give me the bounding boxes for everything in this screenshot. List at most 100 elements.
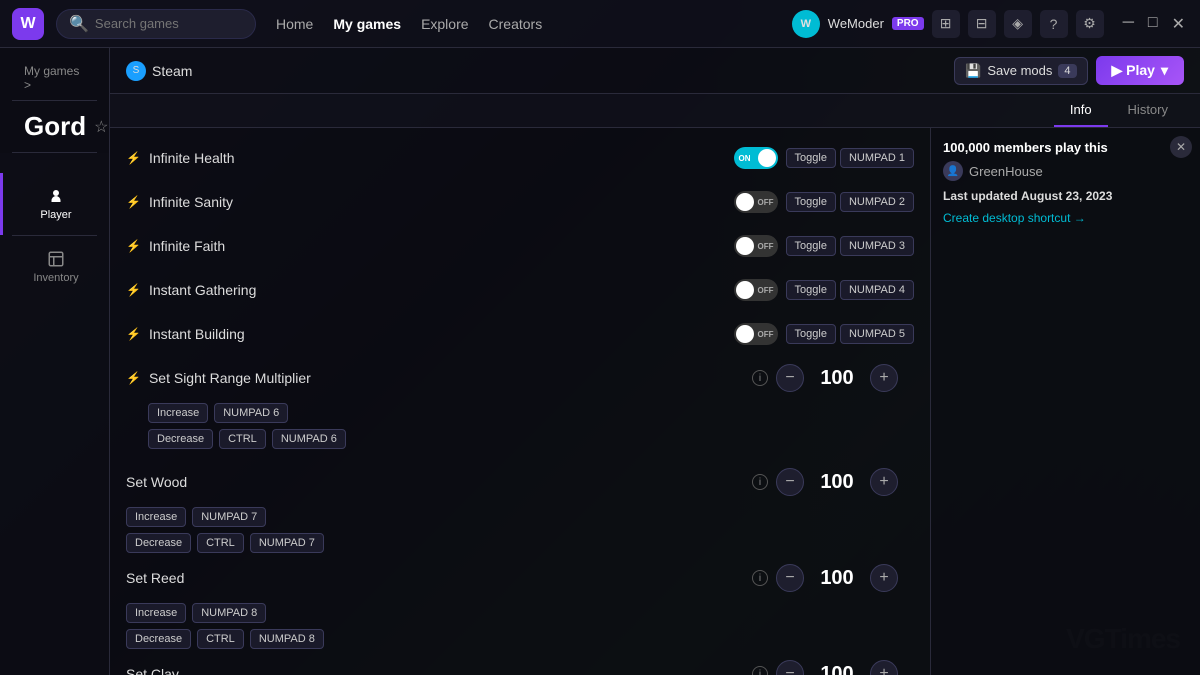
decrease-btn-wood[interactable]: − (776, 468, 804, 496)
decrease-label-sight[interactable]: Decrease (148, 429, 213, 449)
toggle-instant-gathering[interactable]: OFF (734, 279, 778, 301)
sidebar-item-player[interactable]: Player (0, 173, 109, 235)
keybinds-2: Toggle NUMPAD 3 (786, 236, 914, 256)
author-name: GreenHouse (969, 164, 1043, 179)
info-panel: ✕ 100,000 members play this 👤 GreenHouse… (930, 128, 1200, 675)
keybind-row-wood-increase: Increase NUMPAD 7 (110, 504, 930, 530)
maximize-button[interactable]: □ (1145, 14, 1161, 34)
mod-name-2: Infinite Faith (149, 238, 726, 254)
mod-row-instant-gathering: ⚡ Instant Gathering OFF Toggle NUMPAD 4 (110, 268, 930, 312)
kb-reed-ctrl[interactable]: CTRL (197, 629, 244, 649)
kb-reed-decrease[interactable]: NUMPAD 8 (250, 629, 324, 649)
settings-icon[interactable]: ⚙ (1076, 10, 1104, 38)
mods-panel: ⚡ Infinite Health ON Toggle NUMPAD 1 ⚡ (110, 128, 930, 675)
num-control-wood: − 100 + (776, 468, 898, 496)
kb-sight-decrease[interactable]: NUMPAD 6 (272, 429, 346, 449)
kb-sight-increase[interactable]: NUMPAD 6 (214, 403, 288, 423)
decrease-label-reed[interactable]: Decrease (126, 629, 191, 649)
info-close-button[interactable]: ✕ (1170, 136, 1192, 158)
mod-row-infinite-sanity: ⚡ Infinite Sanity OFF Toggle NUMPAD 2 (110, 180, 930, 224)
increase-label-wood[interactable]: Increase (126, 507, 186, 527)
decrease-btn-reed[interactable]: − (776, 564, 804, 592)
toggle-label-1[interactable]: Toggle (786, 192, 836, 212)
nav-creators[interactable]: Creators (489, 12, 543, 36)
increase-label-sight[interactable]: Increase (148, 403, 208, 423)
topbar: W 🔍 Home My games Explore Creators W WeM… (0, 0, 1200, 48)
kb-sight-ctrl[interactable]: CTRL (219, 429, 266, 449)
game-header: Gord ☆ (12, 101, 97, 153)
dropdown-arrow: ▾ (1161, 62, 1168, 79)
kb-1[interactable]: NUMPAD 2 (840, 192, 914, 212)
toggle-infinite-health[interactable]: ON (734, 147, 778, 169)
kb-reed-increase[interactable]: NUMPAD 8 (192, 603, 266, 623)
toggle-infinite-faith[interactable]: OFF (734, 235, 778, 257)
mod-row-set-clay: Set Clay i − 100 + (110, 652, 930, 675)
search-bar[interactable]: 🔍 (56, 9, 256, 39)
minimize-button[interactable]: ─ (1120, 14, 1137, 34)
tab-info[interactable]: Info (1054, 94, 1108, 127)
kb-4[interactable]: NUMPAD 5 (840, 324, 914, 344)
info-icon-5[interactable]: i (752, 370, 768, 386)
mod-row-instant-building: ⚡ Instant Building OFF Toggle NUMPAD 5 (110, 312, 930, 356)
keybind-row-reed-decrease: Decrease CTRL NUMPAD 8 (110, 626, 930, 652)
lightning-icon-4: ⚡ (126, 327, 141, 341)
mod-name-1: Infinite Sanity (149, 194, 726, 210)
play-button[interactable]: ▶ Play ▾ (1096, 56, 1185, 85)
kb-wood-ctrl[interactable]: CTRL (197, 533, 244, 553)
save-count-badge: 4 (1058, 64, 1076, 78)
downloads-icon[interactable]: ⊟ (968, 10, 996, 38)
num-control-sight: − 100 + (776, 364, 898, 392)
lightning-icon-3: ⚡ (126, 283, 141, 297)
toggle-label-0[interactable]: Toggle (786, 148, 836, 168)
toggle-label-2[interactable]: Toggle (786, 236, 836, 256)
search-input[interactable] (95, 16, 243, 31)
sidebar-item-inventory[interactable]: Inventory (0, 236, 109, 298)
mod-name-5: Set Sight Range Multiplier (149, 370, 744, 386)
toggle-label-4[interactable]: Toggle (786, 324, 836, 344)
increase-btn-sight[interactable]: + (870, 364, 898, 392)
discord-icon[interactable]: ◈ (1004, 10, 1032, 38)
app-logo[interactable]: W (12, 8, 44, 40)
members-count: 100,000 (943, 140, 990, 155)
decrease-btn-sight[interactable]: − (776, 364, 804, 392)
increase-btn-wood[interactable]: + (870, 468, 898, 496)
help-icon[interactable]: ? (1040, 10, 1068, 38)
tab-history[interactable]: History (1112, 94, 1184, 127)
info-icon-clay[interactable]: i (752, 666, 768, 675)
kb-wood-decrease[interactable]: NUMPAD 7 (250, 533, 324, 553)
decrease-btn-clay[interactable]: − (776, 660, 804, 675)
nav-my-games[interactable]: My games (333, 12, 401, 36)
mod-name-clay: Set Clay (126, 666, 744, 675)
breadcrumb: My games > (12, 56, 97, 101)
increase-label-reed[interactable]: Increase (126, 603, 186, 623)
kb-2[interactable]: NUMPAD 3 (840, 236, 914, 256)
info-author: 👤 GreenHouse (943, 161, 1188, 181)
toggle-label-3[interactable]: Toggle (786, 280, 836, 300)
steam-badge: S Steam (126, 61, 192, 81)
toggle-infinite-sanity[interactable]: OFF (734, 191, 778, 213)
num-value-clay: 100 (812, 663, 862, 675)
increase-btn-reed[interactable]: + (870, 564, 898, 592)
header-actions: 💾 Save mods 4 ▶ Play ▾ (954, 56, 1184, 85)
nav-explore[interactable]: Explore (421, 12, 468, 36)
info-icon-reed[interactable]: i (752, 570, 768, 586)
toggle-instant-building[interactable]: OFF (734, 323, 778, 345)
kb-0[interactable]: NUMPAD 1 (840, 148, 914, 168)
save-mods-button[interactable]: 💾 Save mods 4 (954, 57, 1087, 85)
desktop-shortcut-link[interactable]: Create desktop shortcut → (943, 211, 1188, 225)
num-control-reed: − 100 + (776, 564, 898, 592)
increase-btn-clay[interactable]: + (870, 660, 898, 675)
tabs-row: Info History (110, 94, 1200, 128)
kb-wood-increase[interactable]: NUMPAD 7 (192, 507, 266, 527)
author-avatar: 👤 (943, 161, 963, 181)
num-value-sight: 100 (812, 367, 862, 390)
kb-3[interactable]: NUMPAD 4 (840, 280, 914, 300)
info-icon-wood[interactable]: i (752, 474, 768, 490)
favorite-icon[interactable]: ☆ (94, 117, 108, 137)
nav-home[interactable]: Home (276, 12, 313, 36)
library-icon[interactable]: ⊞ (932, 10, 960, 38)
player-icon (47, 187, 65, 205)
decrease-label-wood[interactable]: Decrease (126, 533, 191, 553)
close-button[interactable]: ✕ (1169, 14, 1188, 34)
pro-badge: PRO (892, 17, 924, 30)
